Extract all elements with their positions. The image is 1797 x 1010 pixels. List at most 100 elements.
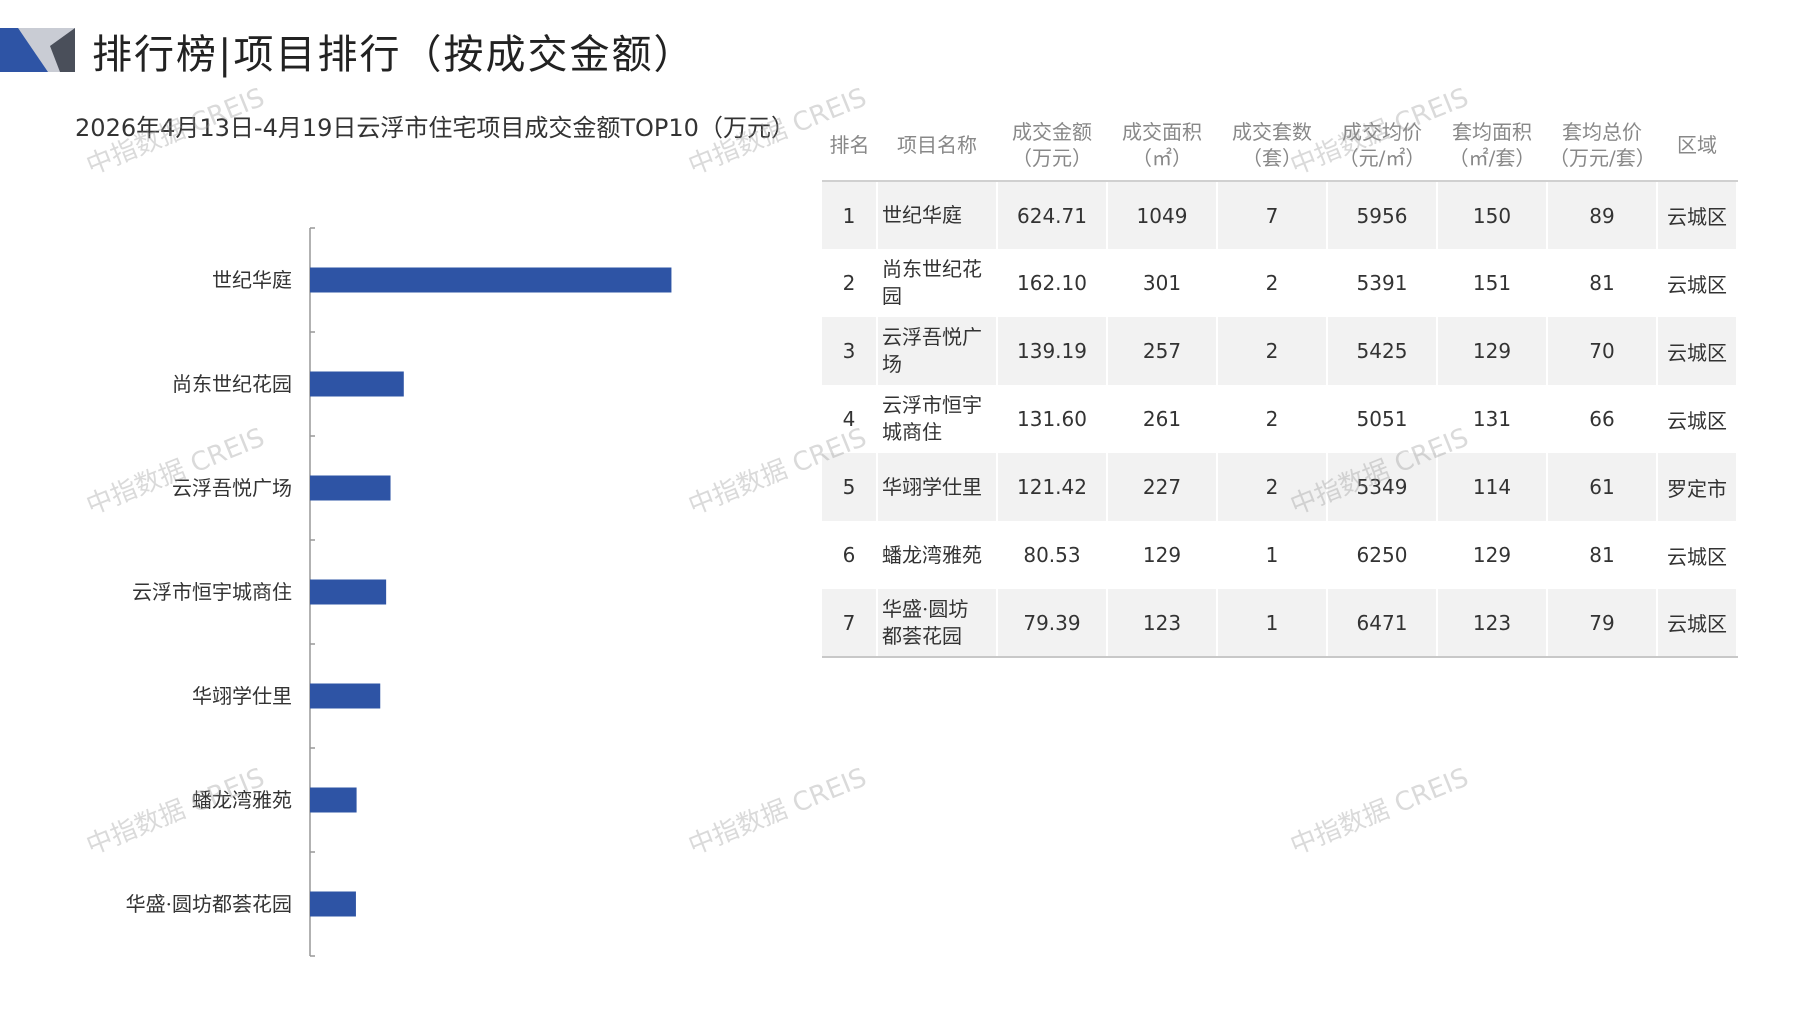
category-label: 云浮吾悦广场: [172, 476, 292, 500]
column-header: 成交套数 （套）: [1217, 110, 1327, 182]
cell-avg-area: 151: [1437, 249, 1548, 317]
column-header: 套均总价 （万元/套）: [1547, 110, 1657, 182]
cell-amount: 624.71: [997, 181, 1108, 249]
cell-rank: 4: [822, 385, 878, 453]
table-header-row: 排名 项目名称 成交金额 （万元） 成交面积 （㎡） 成交套数 （套） 成交均价 （元/㎡） 套均面…: [822, 110, 1737, 182]
cell-amount: 79.39: [997, 589, 1108, 658]
bar-chart: 世纪华庭尚东世纪花园云浮吾悦广场云浮市恒宇城商住华翊学仕里蟠龙湾雅苑华盛·圆坊都…: [126, 227, 672, 957]
cell-units: 2: [1217, 453, 1328, 521]
table-row: 3 云浮吾悦广场 139.19 257 2 5425 129 70 云城区: [822, 317, 1738, 385]
cell-area: 261: [1107, 385, 1218, 453]
cell-avg-price: 5956: [1327, 181, 1438, 249]
chart-title: 2026年4月13日-4月19日云浮市住宅项目成交金额TOP10（万元）: [75, 114, 795, 142]
cell-area: 257: [1107, 317, 1218, 385]
cell-units: 2: [1217, 385, 1328, 453]
cell-area: 301: [1107, 249, 1218, 317]
cell-units: 7: [1217, 181, 1328, 249]
cell-region: 云城区: [1657, 385, 1738, 453]
category-label: 华盛·圆坊都荟花园: [126, 892, 292, 916]
cell-amount: 139.19: [997, 317, 1108, 385]
cell-name: 华盛·圆坊 都荟花园: [877, 589, 998, 658]
cell-avg-area: 123: [1437, 589, 1548, 658]
cell-area: 227: [1107, 453, 1218, 521]
cell-rank: 7: [822, 589, 878, 658]
cell-avg-price: 6250: [1327, 521, 1438, 589]
cell-amount: 80.53: [997, 521, 1108, 589]
cell-avg-price: 5349: [1327, 453, 1438, 521]
cell-region: 云城区: [1657, 249, 1738, 317]
cell-area: 129: [1107, 521, 1218, 589]
category-label: 尚东世纪花园: [172, 372, 292, 396]
cell-avg-area: 114: [1437, 453, 1548, 521]
cell-region: 云城区: [1657, 589, 1738, 658]
cell-rank: 6: [822, 521, 878, 589]
cell-avg-total: 79: [1547, 589, 1658, 658]
category-label: 蟠龙湾雅苑: [192, 788, 292, 812]
table-row: 4 云浮市恒宇 城商住 131.60 261 2 5051 131 66 云城区: [822, 385, 1738, 453]
column-header: 成交金额 （万元）: [997, 110, 1107, 182]
cell-avg-area: 150: [1437, 181, 1548, 249]
column-header: 成交均价 （元/㎡）: [1327, 110, 1437, 182]
column-header: 项目名称: [877, 110, 997, 182]
cell-units: 1: [1217, 521, 1328, 589]
cell-avg-total: 70: [1547, 317, 1658, 385]
ranking-table: 排名 项目名称 成交金额 （万元） 成交面积 （㎡） 成交套数 （套） 成交均价 （元/㎡） 套均面…: [822, 110, 1738, 658]
cell-rank: 3: [822, 317, 878, 385]
category-label: 华翊学仕里: [192, 684, 292, 708]
watermark: 中指数据 CREIS: [1286, 762, 1473, 862]
cell-amount: 121.42: [997, 453, 1108, 521]
table-row: 6 蟠龙湾雅苑 80.53 129 1 6250 129 81 云城区: [822, 521, 1738, 589]
table-row: 2 尚东世纪花园 162.10 301 2 5391 151 81 云城区: [822, 249, 1738, 317]
cell-name: 云浮市恒宇 城商住: [877, 385, 998, 453]
cell-avg-price: 5425: [1327, 317, 1438, 385]
cell-avg-total: 66: [1547, 385, 1658, 453]
cell-avg-price: 5051: [1327, 385, 1438, 453]
bar: [310, 371, 404, 397]
column-header: 区域: [1657, 110, 1737, 182]
column-header: 成交面积 （㎡）: [1107, 110, 1217, 182]
cell-region: 云城区: [1657, 521, 1738, 589]
cell-name: 云浮吾悦广场: [877, 317, 998, 385]
cell-rank: 1: [822, 181, 878, 249]
bar: [310, 267, 672, 293]
bar: [310, 683, 381, 709]
cell-region: 云城区: [1657, 181, 1738, 249]
table-row: 1 世纪华庭 624.71 1049 7 5956 150 89 云城区: [822, 181, 1738, 249]
cell-avg-total: 61: [1547, 453, 1658, 521]
cell-units: 2: [1217, 249, 1328, 317]
cell-amount: 131.60: [997, 385, 1108, 453]
table-row: 7 华盛·圆坊 都荟花园 79.39 123 1 6471 123 79 云城区: [822, 589, 1738, 658]
cell-name: 世纪华庭: [877, 181, 998, 249]
bar: [310, 891, 356, 917]
category-label: 世纪华庭: [212, 268, 292, 292]
cell-avg-area: 129: [1437, 521, 1548, 589]
cell-avg-area: 129: [1437, 317, 1548, 385]
bar: [310, 579, 387, 605]
bar: [310, 475, 391, 501]
page-title: 排行榜|项目排行（按成交金额）: [92, 32, 696, 78]
cell-avg-price: 5391: [1327, 249, 1438, 317]
cell-rank: 2: [822, 249, 878, 317]
cell-region: 罗定市: [1657, 453, 1738, 521]
table-row: 5 华翊学仕里 121.42 227 2 5349 114 61 罗定市: [822, 453, 1738, 521]
cell-region: 云城区: [1657, 317, 1738, 385]
cell-units: 1: [1217, 589, 1328, 658]
cell-units: 2: [1217, 317, 1328, 385]
cell-avg-total: 81: [1547, 249, 1658, 317]
category-label: 云浮市恒宇城商住: [132, 580, 292, 604]
cell-area: 123: [1107, 589, 1218, 658]
cell-avg-area: 131: [1437, 385, 1548, 453]
bar: [310, 787, 357, 813]
cell-area: 1049: [1107, 181, 1218, 249]
cell-avg-price: 6471: [1327, 589, 1438, 658]
column-header: 排名: [822, 110, 877, 182]
cell-avg-total: 81: [1547, 521, 1658, 589]
cell-avg-total: 89: [1547, 181, 1658, 249]
creis-logo-icon: [0, 28, 75, 72]
cell-amount: 162.10: [997, 249, 1108, 317]
cell-name: 华翊学仕里: [877, 453, 998, 521]
cell-name: 尚东世纪花园: [877, 249, 998, 317]
column-header: 套均面积 （㎡/套）: [1437, 110, 1547, 182]
cell-rank: 5: [822, 453, 878, 521]
cell-name: 蟠龙湾雅苑: [877, 521, 998, 589]
